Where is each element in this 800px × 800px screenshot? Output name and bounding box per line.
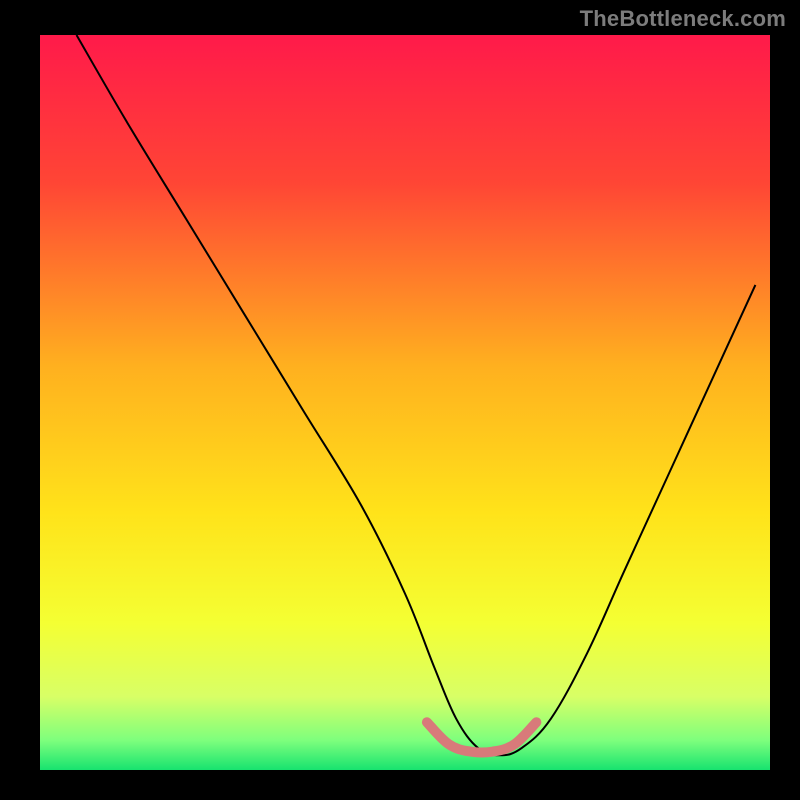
chart-frame: TheBottleneck.com (0, 0, 800, 800)
watermark-text: TheBottleneck.com (580, 6, 786, 32)
chart-svg (40, 35, 770, 770)
gradient-background (40, 35, 770, 770)
plot-area (40, 35, 770, 770)
